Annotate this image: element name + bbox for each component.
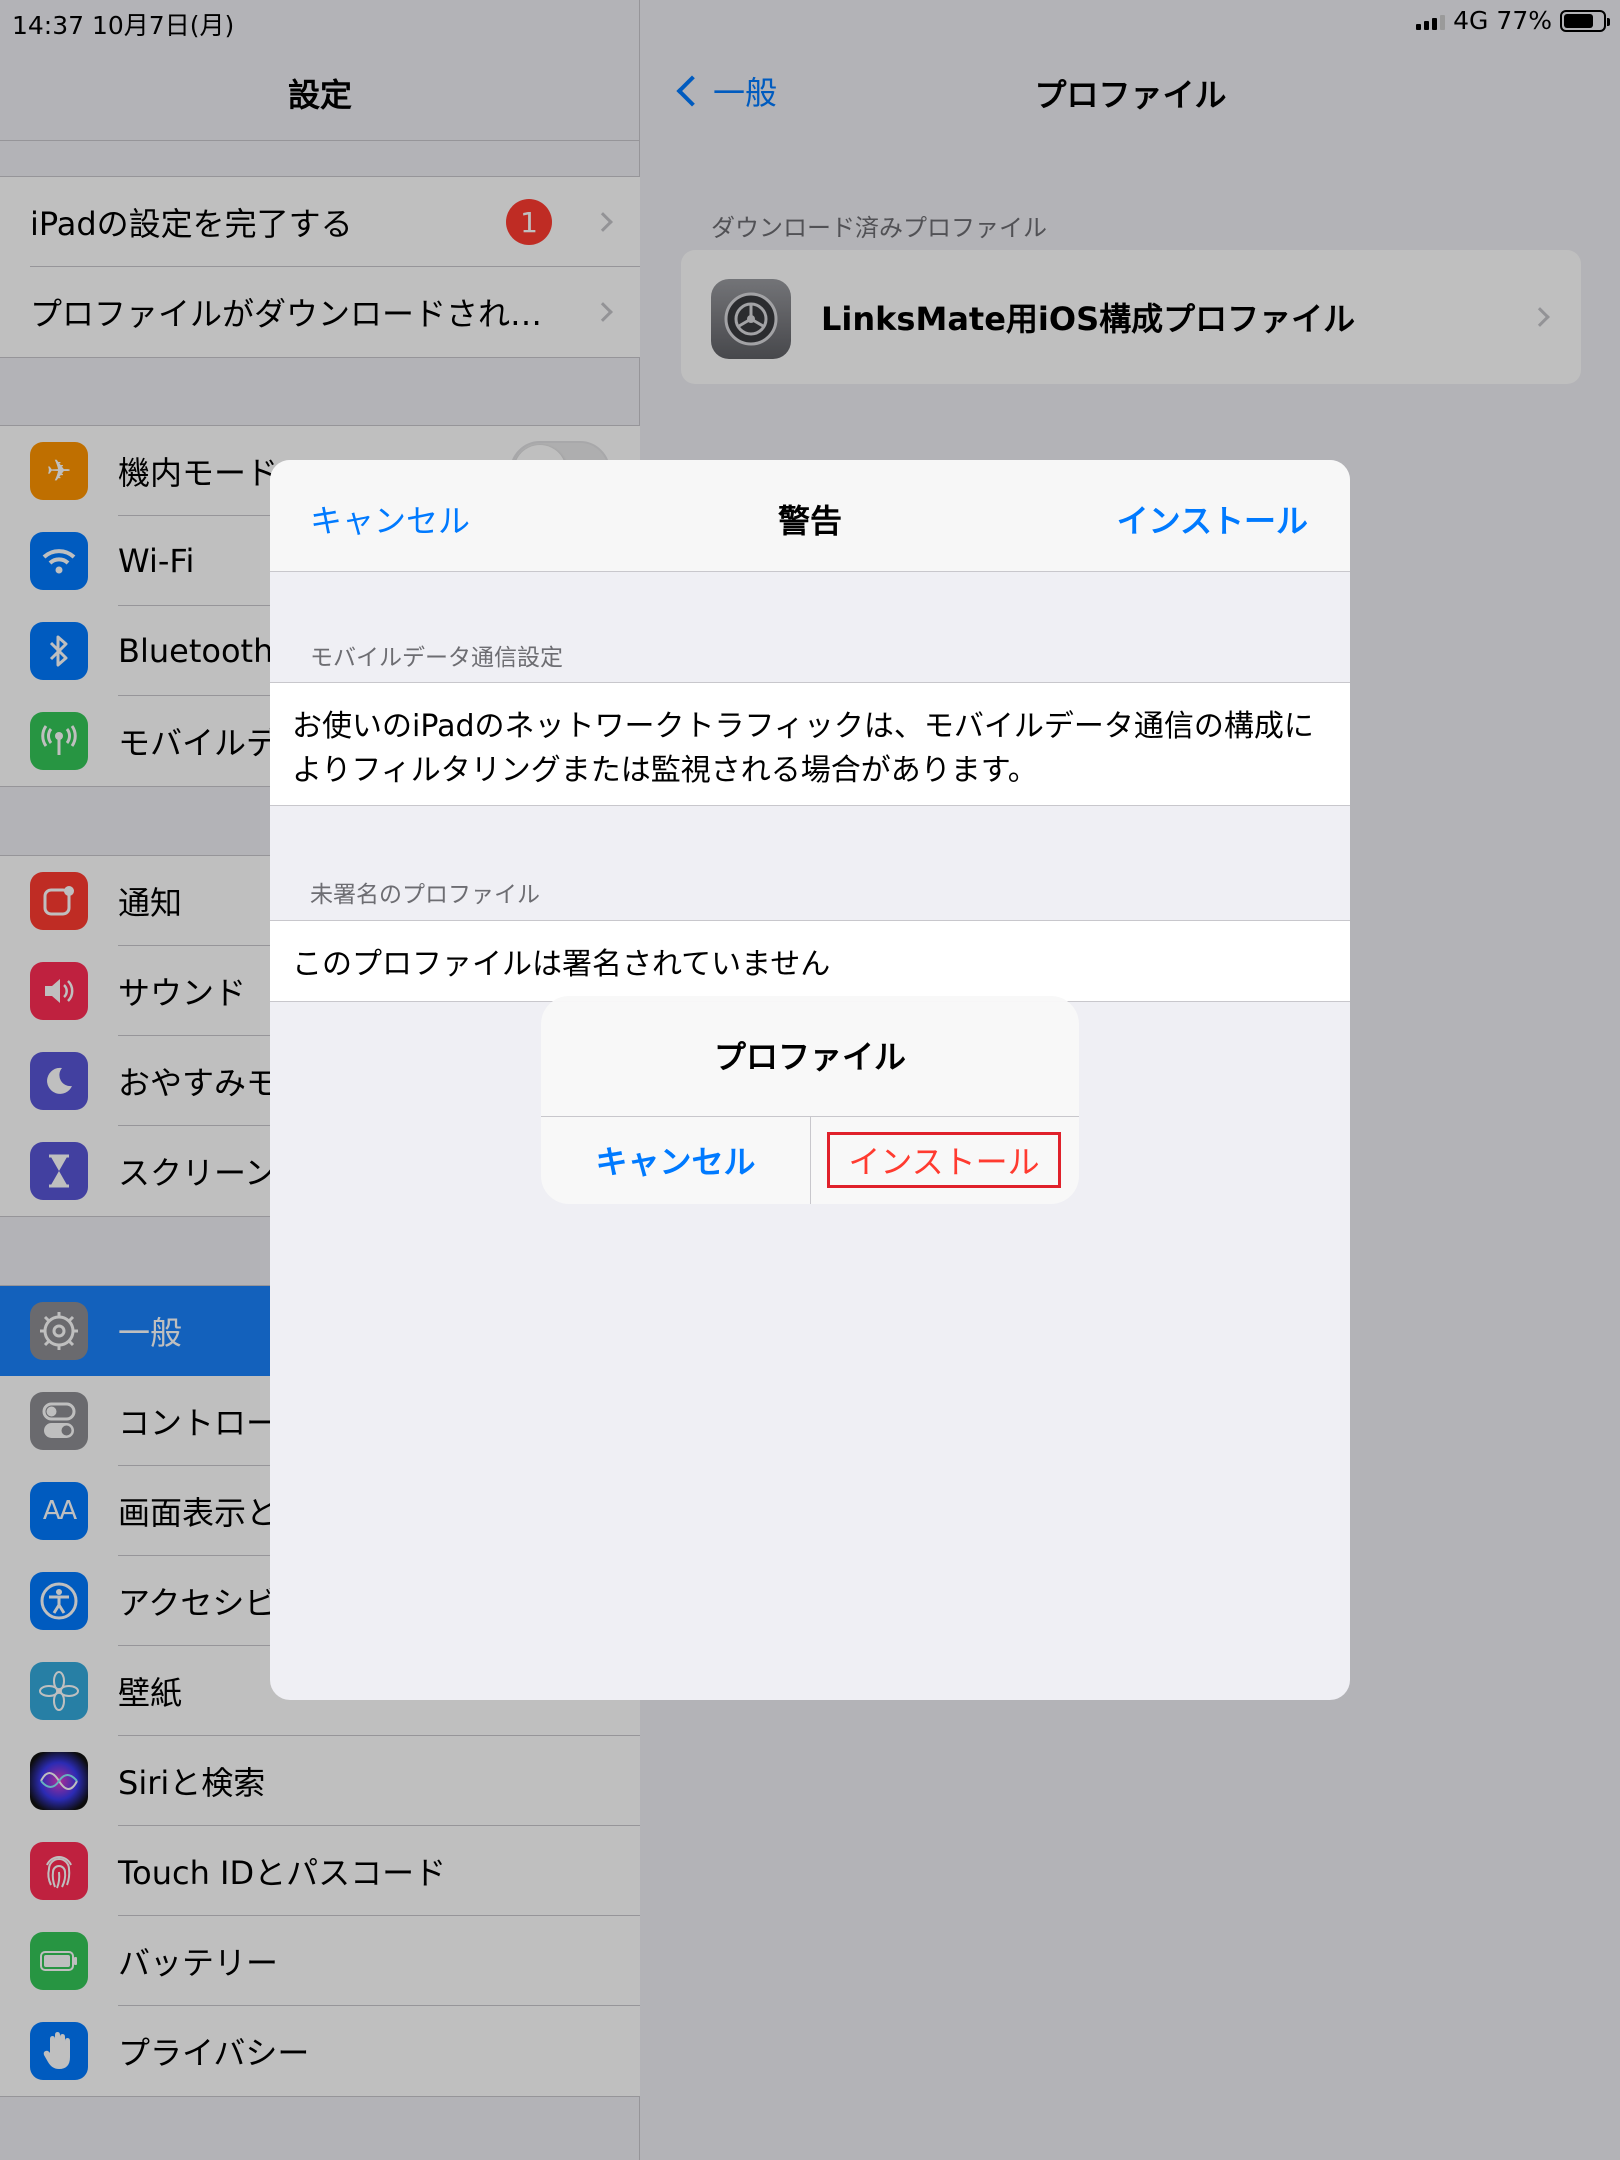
mobile-data-warning-text: お使いのiPadのネットワークトラフィックは、モバイルデータ通信の構成によりフィ… (270, 682, 1350, 806)
status-bar: 14:37 10月7日(月) 4G 77% (0, 0, 1620, 40)
unsigned-profile-text: このプロファイルは署名されていません (270, 920, 1350, 1002)
alert-button-divider (810, 1116, 811, 1204)
status-right: 4G 77% (1416, 6, 1610, 35)
battery-percent: 77% (1496, 6, 1552, 35)
network-type: 4G (1453, 6, 1489, 35)
unsigned-profile-section-header: 未署名のプロファイル (310, 882, 540, 908)
alert-cancel-button[interactable]: キャンセル (541, 1116, 810, 1204)
sheet-navbar: キャンセル 警告 インストール (270, 460, 1350, 572)
sheet-install-button[interactable]: インストール (1117, 496, 1308, 542)
status-time-date: 14:37 10月7日(月) (12, 11, 235, 40)
signal-icon (1416, 12, 1446, 30)
mobile-data-section-header: モバイルデータ通信設定 (310, 645, 563, 671)
install-confirmation-alert: プロファイル キャンセル インストール (541, 996, 1079, 1204)
alert-title: プロファイル (713, 1038, 906, 1076)
battery-icon (1560, 9, 1610, 32)
alert-install-button[interactable]: インストール (827, 1132, 1061, 1188)
